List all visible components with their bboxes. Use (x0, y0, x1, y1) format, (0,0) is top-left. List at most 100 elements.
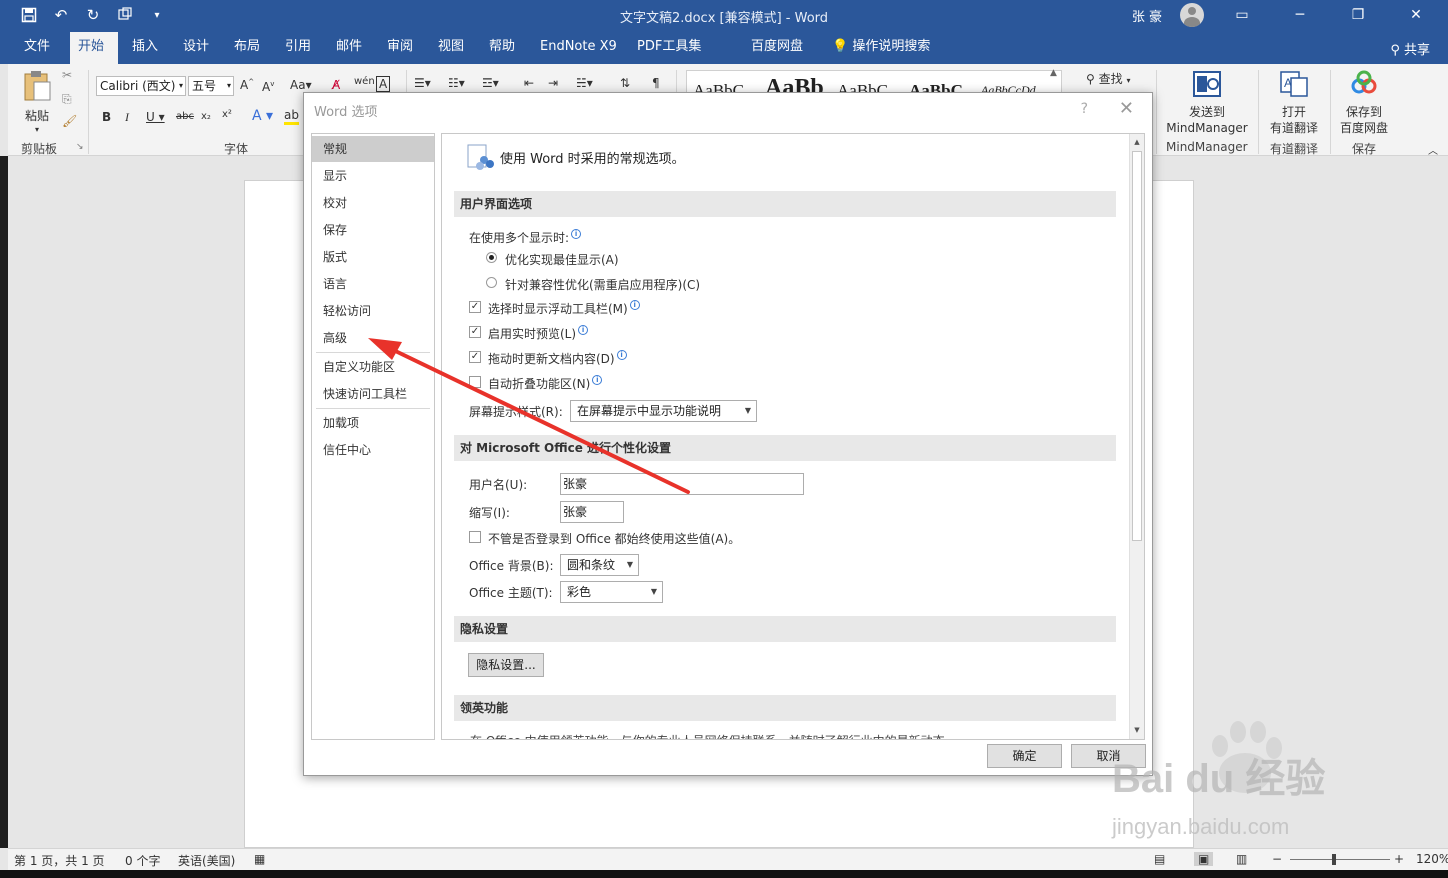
bold-icon[interactable]: B (102, 110, 111, 124)
nav-item-quick-access-toolbar[interactable]: 快速访问工具栏 (312, 381, 434, 407)
highlight-icon[interactable]: ab (284, 108, 299, 125)
tab-design[interactable]: 设计 (175, 32, 217, 64)
read-mode-icon[interactable]: ▤ (1154, 852, 1165, 866)
underline-icon[interactable]: U ▾ (146, 110, 165, 124)
character-border-icon[interactable]: A (376, 76, 391, 92)
nav-item-accessibility[interactable]: 轻松访问 (312, 298, 434, 324)
format-painter-icon[interactable]: 🖌 (62, 114, 77, 128)
save-to-baidu-button[interactable]: 保存到 百度网盘 (1334, 68, 1394, 136)
zoom-out-icon[interactable]: − (1272, 852, 1282, 866)
styles-scroll-up-icon[interactable]: ▲ (1050, 68, 1057, 78)
language-status[interactable]: 英语(美国) (178, 852, 235, 869)
tab-mailings[interactable]: 邮件 (328, 32, 370, 64)
scroll-up-icon[interactable]: ▲ (1132, 136, 1142, 148)
show-marks-icon[interactable]: ¶ (652, 76, 660, 90)
nav-item-customize-ribbon[interactable]: 自定义功能区 (312, 354, 434, 380)
tab-pdf-tools[interactable]: PDF工具集 (629, 32, 709, 64)
tab-endnote[interactable]: EndNote X9 (532, 32, 625, 64)
bullets-icon[interactable]: ☰▾ (414, 76, 431, 90)
ok-button[interactable]: 确定 (987, 744, 1062, 768)
account-name[interactable]: 张 豪 (1132, 6, 1162, 25)
zoom-in-icon[interactable]: + (1394, 852, 1404, 866)
font-name-select[interactable]: Calibri (西文) ▾ (96, 76, 186, 96)
office-background-select[interactable]: 圆和条纹 ▼ (560, 554, 639, 576)
increase-indent-icon[interactable]: ⇥ (548, 76, 558, 90)
word-count[interactable]: 0 个字 (125, 852, 160, 869)
clear-formatting-icon[interactable]: A̸ (332, 78, 340, 92)
numbering-icon[interactable]: ☷▾ (448, 76, 465, 90)
cut-icon[interactable]: ✂ (62, 68, 72, 82)
nav-item-save[interactable]: 保存 (312, 217, 434, 243)
live-preview-label[interactable]: 启用实时预览(L) i (488, 325, 589, 342)
tab-references[interactable]: 引用 (277, 32, 319, 64)
checkbox-always-use[interactable] (469, 531, 481, 543)
avatar[interactable] (1180, 3, 1204, 27)
tab-view[interactable]: 视图 (430, 32, 472, 64)
tab-baidu-disk[interactable]: 百度网盘 (743, 32, 811, 64)
close-icon[interactable]: ✕ (1119, 98, 1134, 119)
nav-item-general[interactable]: 常规 (312, 136, 434, 162)
nav-item-display[interactable]: 显示 (312, 163, 434, 189)
find-button[interactable]: ⚲ 查找 ▾ (1086, 70, 1130, 87)
chinese-layout-icon[interactable]: ☵▾ (576, 76, 593, 90)
nav-item-advanced[interactable]: 高级 (312, 325, 434, 351)
macro-record-icon[interactable]: ▦ (254, 852, 265, 866)
decrease-indent-icon[interactable]: ⇤ (524, 76, 534, 90)
strikethrough-icon[interactable]: abc (176, 111, 194, 122)
font-size-select[interactable]: 五号 ▾ (188, 76, 234, 96)
office-theme-select[interactable]: 彩色 ▼ (560, 581, 663, 603)
superscript-icon[interactable]: x² (222, 109, 232, 120)
change-case-icon[interactable]: Aa▾ (290, 78, 312, 92)
print-layout-icon[interactable]: ▣ (1194, 852, 1214, 866)
close-window-icon[interactable]: ✕ (1396, 7, 1436, 23)
send-to-mindmanager-button[interactable]: 发送到 MindManager (1160, 68, 1254, 136)
username-input[interactable]: 张豪 (560, 473, 804, 495)
scroll-thumb[interactable] (1132, 151, 1142, 541)
youdao-translate-button[interactable]: A 打开 有道翻译 (1264, 68, 1324, 136)
help-icon[interactable]: ? (1081, 101, 1088, 117)
collapse-ribbon-icon[interactable]: ︿ (1428, 142, 1438, 157)
minimize-icon[interactable]: ─ (1280, 7, 1320, 23)
collapse-ribbon-label[interactable]: 自动折叠功能区(N) i (488, 375, 603, 392)
drag-update-label[interactable]: 拖动时更新文档内容(D) i (488, 350, 627, 367)
always-use-label[interactable]: 不管是否登录到 Office 都始终使用这些值(A)。 (488, 530, 740, 547)
zoom-slider[interactable] (1290, 859, 1390, 860)
tell-me-search[interactable]: 💡 操作说明搜索 (824, 32, 938, 64)
shrink-font-icon[interactable]: Av (262, 80, 274, 94)
tab-home[interactable]: 开始 (70, 32, 118, 64)
checkbox-drag-update[interactable]: ✓ (469, 351, 481, 363)
nav-item-add-ins[interactable]: 加载项 (312, 410, 434, 436)
tab-layout[interactable]: 布局 (226, 32, 268, 64)
italic-icon[interactable]: I (125, 110, 129, 125)
tab-insert[interactable]: 插入 (124, 32, 166, 64)
subscript-icon[interactable]: x₂ (201, 111, 211, 122)
copy-icon[interactable]: ⎘ (62, 92, 72, 107)
nav-item-language[interactable]: 语言 (312, 271, 434, 297)
checkbox-collapse-ribbon[interactable] (469, 376, 481, 388)
ribbon-display-options-icon[interactable]: ▭ (1222, 7, 1262, 23)
radio-compatibility-label[interactable]: 针对兼容性优化(需重启应用程序)(C) (505, 276, 700, 293)
sort-icon[interactable]: ⇅ (620, 76, 630, 90)
zoom-level[interactable]: 120% (1416, 852, 1448, 866)
radio-best-display[interactable] (486, 252, 497, 263)
content-scrollbar[interactable]: ▲ ▼ (1129, 134, 1144, 739)
nav-item-layout[interactable]: 版式 (312, 244, 434, 270)
mini-toolbar-label[interactable]: 选择时显示浮动工具栏(M) i (488, 300, 640, 317)
tab-review[interactable]: 审阅 (379, 32, 421, 64)
tab-help[interactable]: 帮助 (481, 32, 523, 64)
scroll-down-icon[interactable]: ▼ (1132, 724, 1142, 736)
radio-best-display-label[interactable]: 优化实现最佳显示(A) (505, 251, 619, 268)
nav-item-trust-center[interactable]: 信任中心 (312, 437, 434, 463)
text-effects-icon[interactable]: A ▾ (252, 108, 273, 124)
cancel-button[interactable]: 取消 (1071, 744, 1146, 768)
web-layout-icon[interactable]: ▥ (1236, 852, 1247, 866)
clipboard-launcher-icon[interactable]: ↘ (76, 142, 84, 152)
zoom-slider-thumb[interactable] (1332, 854, 1336, 865)
tab-file[interactable]: 文件 (16, 32, 58, 64)
screentip-select[interactable]: 在屏幕提示中显示功能说明 ▼ (570, 400, 757, 422)
checkbox-mini-toolbar[interactable]: ✓ (469, 301, 481, 313)
privacy-settings-button[interactable]: 隐私设置... (468, 653, 544, 677)
page-count[interactable]: 第 1 页，共 1 页 (14, 852, 105, 869)
restore-icon[interactable]: ❐ (1338, 7, 1378, 23)
paste-button[interactable]: 粘贴 ▾ (16, 70, 58, 134)
